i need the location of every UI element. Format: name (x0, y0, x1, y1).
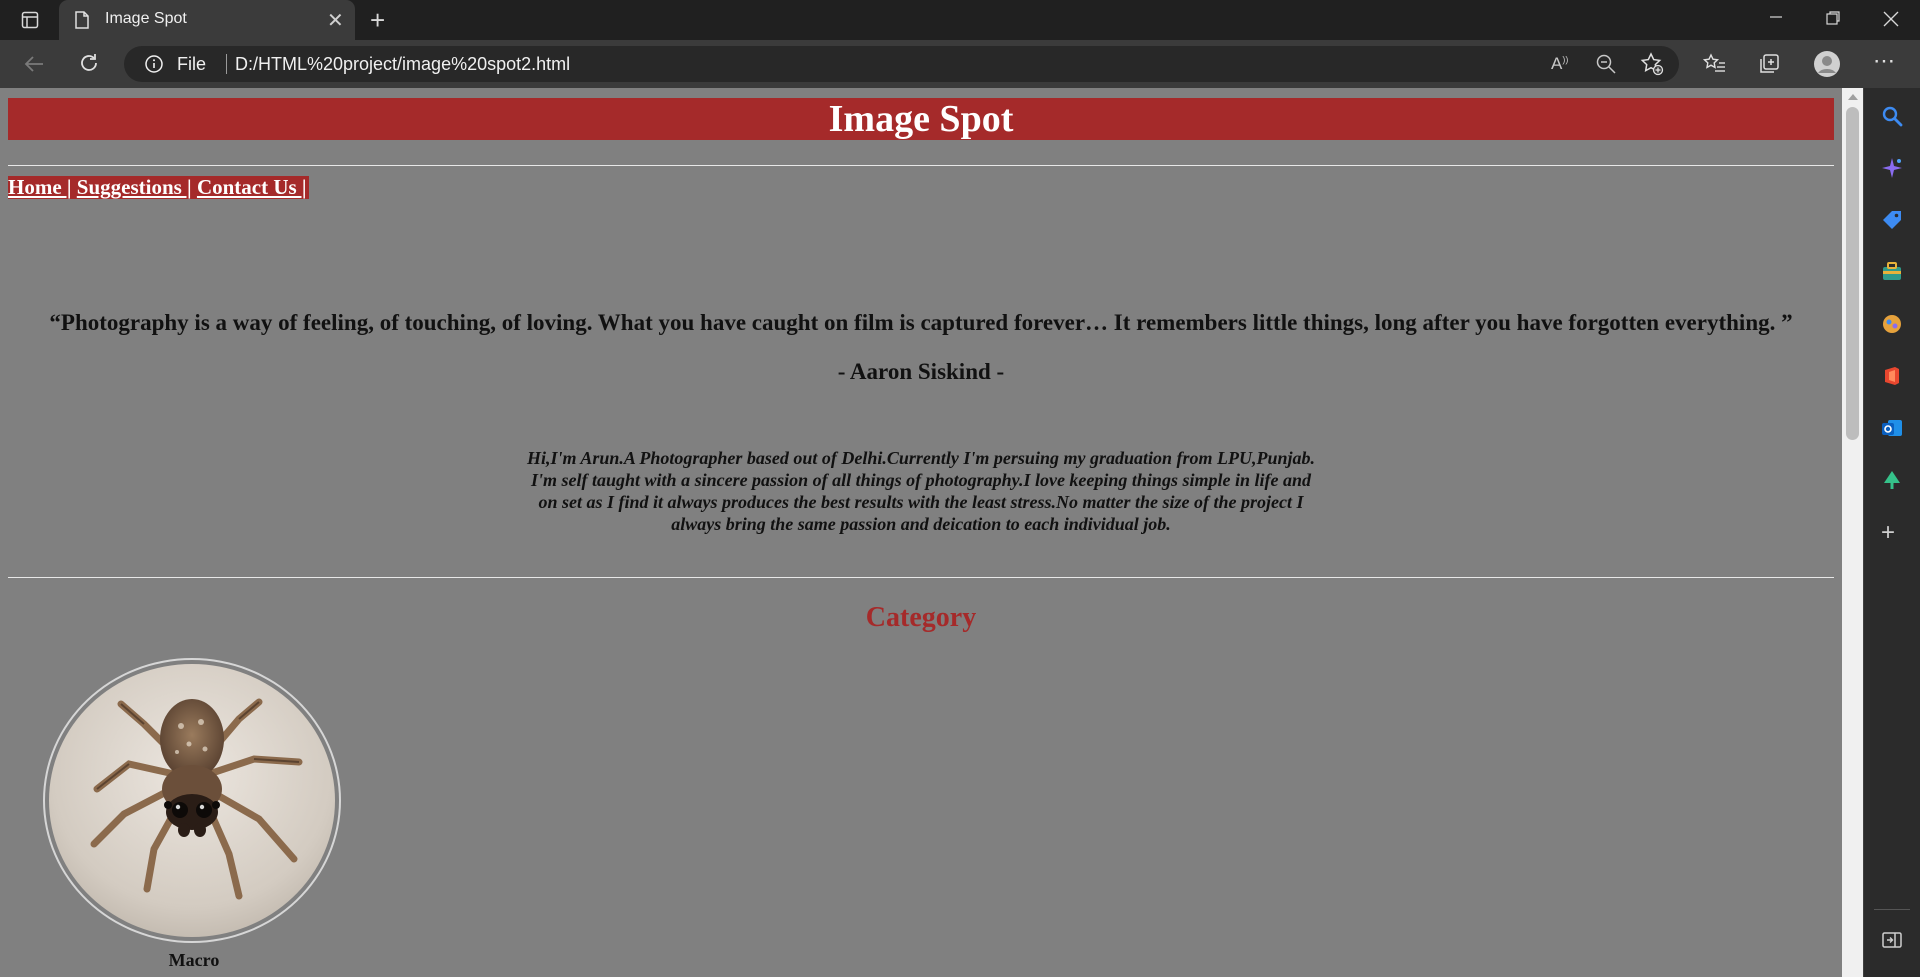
macro-spider-image[interactable] (49, 664, 335, 937)
close-window-icon[interactable] (1883, 11, 1899, 32)
collections-icon[interactable] (1758, 53, 1780, 80)
address-url[interactable]: D:/HTML%20project/image%20spot2.html (235, 54, 570, 75)
scroll-up-arrow-icon[interactable] (1848, 94, 1858, 100)
category-label: Macro (168, 950, 220, 970)
about-paragraph: Hi,I'm Arun.A Photographer based out of … (8, 447, 1834, 535)
address-bar[interactable]: File D:/HTML%20project/image%20spot2.htm… (124, 46, 1679, 82)
zoom-out-icon[interactable] (1595, 53, 1617, 80)
new-tab-icon[interactable]: + (370, 5, 385, 36)
bio-line: on set as I find it always produces the … (538, 492, 1304, 512)
outlook-icon[interactable] (1881, 417, 1903, 444)
bio-line: Hi,I'm Arun.A Photographer based out of … (527, 448, 1315, 468)
browser-toolbar: File D:/HTML%20project/image%20spot2.htm… (0, 40, 1920, 88)
title-bar: Image Spot ✕ + (0, 0, 1920, 40)
site-info-icon[interactable] (144, 54, 164, 79)
search-icon[interactable] (1881, 105, 1903, 132)
refresh-icon[interactable] (78, 52, 100, 79)
close-tab-icon[interactable]: ✕ (327, 8, 344, 33)
sidebar-divider (1874, 909, 1910, 910)
nav-contact-link[interactable]: Contact Us | (197, 175, 307, 199)
nav-suggestions-link[interactable]: Suggestions | (77, 175, 192, 199)
add-icon[interactable]: + (1881, 521, 1895, 545)
edge-sidebar: + (1863, 88, 1920, 977)
read-aloud-icon[interactable]: A)) (1551, 54, 1568, 74)
divider (8, 165, 1834, 166)
tree-icon[interactable] (1881, 469, 1903, 496)
divider (8, 577, 1834, 578)
favorites-icon[interactable] (1702, 53, 1727, 80)
address-scheme: File (177, 54, 207, 74)
page-scrollbar[interactable] (1842, 88, 1863, 977)
address-separator (226, 54, 227, 74)
more-options-icon[interactable]: ⋯ (1873, 48, 1895, 74)
page-icon (74, 11, 90, 34)
shopping-tag-icon[interactable] (1881, 209, 1903, 236)
restore-icon[interactable] (1826, 11, 1840, 30)
photography-quote: “Photography is a way of feeling, of tou… (49, 310, 1793, 335)
nav-home-link[interactable]: Home | (8, 175, 72, 199)
scroll-thumb[interactable] (1846, 107, 1859, 440)
nav-bar: Home | Suggestions | Contact Us | (8, 176, 309, 199)
tab-actions-icon[interactable] (21, 11, 39, 34)
quote-author: - Aaron Siskind - (837, 359, 1005, 384)
tab-title: Image Spot (105, 10, 187, 27)
back-icon[interactable] (23, 53, 45, 80)
add-favorite-icon[interactable] (1640, 52, 1664, 81)
profile-avatar-icon[interactable] (1813, 50, 1841, 83)
minimize-icon[interactable] (1769, 10, 1783, 29)
bio-line: always bring the same passion and deicat… (671, 514, 1171, 534)
tab-image-spot[interactable]: Image Spot ✕ (59, 0, 355, 40)
games-icon[interactable] (1881, 313, 1903, 340)
office-icon[interactable] (1881, 365, 1903, 392)
site-header: Image Spot (8, 98, 1834, 140)
tools-icon[interactable] (1881, 261, 1903, 288)
split-screen-icon[interactable] (1881, 929, 1903, 956)
page-content: Image Spot Home | Suggestions | Contact … (0, 88, 1842, 977)
category-heading: Category (865, 602, 977, 633)
copilot-icon[interactable] (1881, 157, 1903, 184)
bio-line: I'm self taught with a sincere passion o… (531, 470, 1311, 490)
